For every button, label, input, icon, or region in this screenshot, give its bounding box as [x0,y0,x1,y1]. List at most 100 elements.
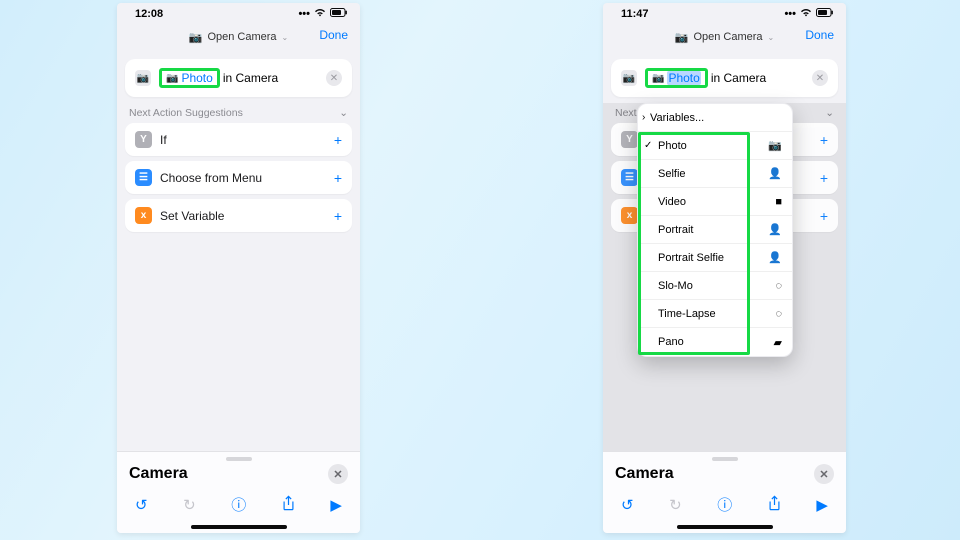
bottom-title: Camera [615,465,674,483]
title-pill[interactable]: 📷 Open Camera ⌄ [669,27,781,48]
option-label: Pano [658,336,684,348]
share-button[interactable] [768,495,781,515]
add-icon[interactable]: + [820,208,828,224]
close-sheet-button[interactable]: ✕ [328,464,348,484]
variables-label: Variables... [650,112,704,124]
person-icon: 👤 [768,223,782,236]
camera-icon: 📷 [189,31,203,44]
option-label: Time-Lapse [658,308,716,320]
chevron-down-icon: ⌄ [339,107,348,119]
chevron-down-icon: ⌄ [282,33,289,42]
home-indicator [191,525,287,529]
mode-popup: › Variables... ✓ Photo 📷 Selfie 👤 Video … [637,103,793,357]
home-indicator [677,525,773,529]
close-sheet-button[interactable]: ✕ [814,464,834,484]
mode-option-slomo[interactable]: Slo-Mo ◌ [638,272,792,300]
bottom-title: Camera [129,465,188,483]
info-button[interactable]: ⓘ [231,494,246,515]
done-button[interactable]: Done [319,28,348,42]
option-label: Portrait [658,224,693,236]
header: 📷 Open Camera ⌄ Done [117,21,360,53]
mode-token[interactable]: 📷 Photo [159,68,220,88]
row-label: Set Variable [160,209,224,223]
mode-option-timelapse[interactable]: Time-Lapse ◌ [638,300,792,328]
cellular-icon: ••• [298,8,310,20]
section-label: Next Action Suggestions [129,107,243,119]
check-icon: ✓ [644,140,652,151]
redo-button[interactable]: ↻ [669,496,682,514]
menu-icon: ☰ [621,169,638,186]
camera-icon: 📷 [675,31,689,44]
suggestion-if[interactable]: Y If + [125,123,352,156]
action-tail: in Camera [711,71,766,85]
mode-option-photo[interactable]: ✓ Photo 📷 [638,132,792,160]
undo-button[interactable]: ↺ [135,496,148,514]
camera-icon: 📷 [652,73,664,84]
row-label: Choose from Menu [160,171,262,185]
add-icon[interactable]: + [334,170,342,186]
mode-option-selfie[interactable]: Selfie 👤 [638,160,792,188]
action-card[interactable]: 📷 📷 Photo in Camera ✕ [125,59,352,97]
chevron-right-icon: › [642,112,645,123]
add-icon[interactable]: + [334,208,342,224]
title-pill[interactable]: 📷 Open Camera ⌄ [183,27,295,48]
clear-action-button[interactable]: ✕ [812,70,828,86]
suggestions-header[interactable]: Next Action Suggestions ⌄ [129,107,348,119]
camera-icon: 📷 [166,73,178,84]
suggestion-set-variable[interactable]: x Set Variable + [125,199,352,232]
if-icon: Y [621,131,638,148]
toolbar: ↺ ↻ ⓘ ▶ [603,490,846,523]
toolbar: ↺ ↻ ⓘ ▶ [117,490,360,523]
add-icon[interactable]: + [820,170,828,186]
mode-token[interactable]: 📷 Photo [645,68,708,88]
status-icons: ••• [784,8,834,20]
bottom-sheet: Camera ✕ ↺ ↻ ⓘ ▶ [603,451,846,533]
cellular-icon: ••• [784,8,796,20]
action-app-icon: 📷 [621,70,637,86]
mode-option-portrait-selfie[interactable]: Portrait Selfie 👤 [638,244,792,272]
add-icon[interactable]: + [334,132,342,148]
variables-row[interactable]: › Variables... [638,104,792,132]
mode-option-portrait[interactable]: Portrait 👤 [638,216,792,244]
chevron-down-icon: ⌄ [768,33,775,42]
variable-icon: x [135,207,152,224]
mode-option-video[interactable]: Video ■ [638,188,792,216]
action-card[interactable]: 📷 📷 Photo in Camera ✕ [611,59,838,97]
title-label: Open Camera [207,31,276,43]
option-label: Video [658,196,686,208]
clock: 11:47 [621,8,649,20]
person-icon: 👤 [768,251,782,264]
video-icon: ■ [775,196,782,208]
camera-icon: 📷 [768,139,782,152]
option-label: Portrait Selfie [658,252,724,264]
clear-action-button[interactable]: ✕ [326,70,342,86]
share-button[interactable] [282,495,295,515]
run-button[interactable]: ▶ [330,496,342,514]
battery-icon [330,8,348,20]
done-button[interactable]: Done [805,28,834,42]
person-icon: 👤 [768,167,782,180]
clock: 12:08 [135,8,163,20]
mode-token-label: Photo [667,71,700,85]
add-icon[interactable]: + [820,132,828,148]
redo-button[interactable]: ↻ [183,496,196,514]
run-button[interactable]: ▶ [816,496,828,514]
undo-button[interactable]: ↺ [621,496,634,514]
status-bar: 11:47 ••• [603,3,846,21]
bottom-sheet: Camera ✕ ↺ ↻ ⓘ ▶ [117,451,360,533]
row-label: If [160,133,167,147]
mode-option-pano[interactable]: Pano ▰ [638,328,792,356]
status-icons: ••• [298,8,348,20]
grabber[interactable] [226,457,252,461]
suggestion-choose-menu[interactable]: ☰ Choose from Menu + [125,161,352,194]
option-label: Slo-Mo [658,280,693,292]
suggestions-list: Y If + ☰ Choose from Menu + x Set Variab… [125,123,352,232]
action-app-icon: 📷 [135,70,151,86]
phone-right: 11:47 ••• 📷 Open Camera ⌄ Done 📷 📷 Photo… [603,3,846,533]
slomo-icon: ◌ [775,280,782,292]
if-icon: Y [135,131,152,148]
grabber[interactable] [712,457,738,461]
variable-icon: x [621,207,638,224]
menu-icon: ☰ [135,169,152,186]
info-button[interactable]: ⓘ [717,494,732,515]
